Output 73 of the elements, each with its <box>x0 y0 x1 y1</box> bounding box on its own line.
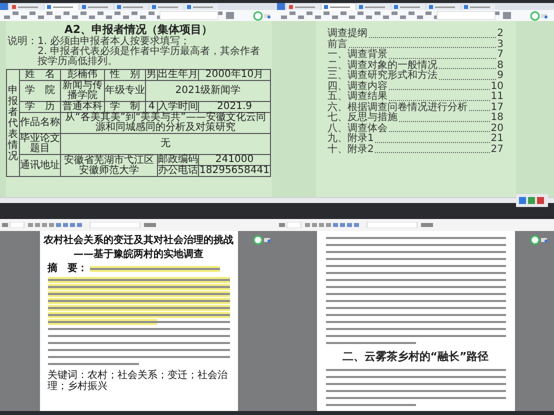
toc-entry[interactable]: 调查内容 <box>348 82 388 92</box>
section-heading: A2、申报者情况（集体项目） <box>64 23 213 36</box>
form-label: 出生年月 <box>158 70 199 81</box>
toc-page-number: 2 <box>497 29 504 40</box>
toc-entry[interactable]: 调查体会 <box>348 124 388 134</box>
form-label: 年级专业 <box>105 81 146 102</box>
toc-number: 六、 <box>328 102 348 112</box>
form-label: 通讯地址 <box>20 155 61 177</box>
form-value: 18295658441 <box>199 166 271 177</box>
form-label: 申报者代表情况 <box>7 70 20 177</box>
toc-number: 二、 <box>328 60 348 70</box>
toc-entry[interactable]: 附录2 <box>348 144 374 155</box>
form-label: 毕业论文题目 <box>20 134 61 155</box>
form-label: 邮政编码 <box>158 155 199 166</box>
form-value: 彭楠伟 <box>61 70 105 81</box>
toc-number: 三、 <box>328 71 348 82</box>
toc-number: 九、 <box>328 134 348 144</box>
form-value: 2021级新闻学 <box>146 81 271 102</box>
form-label: 入学时间 <box>158 102 199 113</box>
article-subtitle: ——基于豫皖两村的实地调查 <box>74 249 204 260</box>
toc-page-number: 17 <box>490 102 504 112</box>
form-label: 办公电话 <box>158 166 199 177</box>
form-value: 普通本科 <box>61 102 105 113</box>
toc-page-number: 20 <box>490 124 504 134</box>
form-label: 学 制 <box>105 102 146 113</box>
form-label: 学 历 <box>20 102 61 113</box>
status-ring-icon[interactable] <box>530 235 548 245</box>
form-value: 241000 <box>199 155 271 166</box>
form-value: 新闻与传播学院 <box>61 81 105 102</box>
status-ring-icon[interactable] <box>530 11 548 21</box>
toc-number: 五、 <box>328 92 348 102</box>
status-ring-icon[interactable] <box>253 11 271 21</box>
article-title: 农村社会关系的变迁及其对社会治理的挑战 <box>44 235 234 246</box>
toc-entry[interactable]: 调查提纲 <box>328 29 368 40</box>
toc-number: 四、 <box>328 82 348 92</box>
toc-number: 十、 <box>328 144 348 155</box>
toc-entry[interactable]: 前言 <box>328 40 348 50</box>
toc-page-number: 11 <box>490 92 504 102</box>
toc-number: 七、 <box>328 113 348 123</box>
toc-page-number: 21 <box>490 134 504 144</box>
form-value: 安徽省芜湖市弋江区安徽师范大学 <box>61 155 158 177</box>
status-ring-icon[interactable] <box>253 235 271 245</box>
form-value: 从“各美其美”到“美美与共”——安徽文化云同源和同城感同的分析及对策研究 <box>61 113 271 134</box>
form-label: 性 别 <box>105 70 146 81</box>
form-value: 2021.9 <box>199 102 271 113</box>
abstract-label: 摘 要： <box>48 263 88 274</box>
toc-number: 一、 <box>328 50 348 60</box>
section-heading: 二、云雾茶乡村的“融长”路径 <box>342 350 489 363</box>
toc-entry[interactable]: 调查研究形式和方法 <box>348 71 438 82</box>
toc-page-number: 9 <box>497 71 504 82</box>
form-label: 学 院 <box>20 81 61 102</box>
form-value: 2000年10月 <box>199 70 271 81</box>
toc-page-number: 3 <box>497 40 504 50</box>
toc-page-number: 7 <box>497 50 504 60</box>
toc-entry[interactable]: 附录1 <box>348 134 374 144</box>
toc-entry[interactable]: 调查背景 <box>348 50 388 60</box>
keywords-text: 关键词：农村；社会关系；变迁；社会治理；乡村振兴 <box>48 370 228 392</box>
toc-page-number: 10 <box>490 82 504 92</box>
toc-number: 八、 <box>328 124 348 134</box>
toc-page-number: 27 <box>490 144 504 155</box>
toc-entry[interactable]: 调查结果 <box>348 92 388 102</box>
toc-entry[interactable]: 根据调查问卷情况进行分析 <box>348 102 468 113</box>
instruction-text: 2. 申报者代表必须是作者中学历最高者，其余作者按学历高低排列。 <box>36 47 262 67</box>
toc-page-number: 18 <box>490 113 504 124</box>
toc-entry[interactable]: 调查对象的一般情况 <box>348 60 438 71</box>
instruction-text: 说明：1. 必须由申报者本人按要求填写； <box>8 37 190 47</box>
toc-page-number: 8 <box>497 60 504 70</box>
form-value: 男 <box>146 70 158 81</box>
toc-entry[interactable]: 反思与措施 <box>348 113 398 124</box>
form-value: 4 <box>146 102 158 113</box>
form-label: 姓 名 <box>20 70 61 81</box>
form-label: 作品名称 <box>20 113 61 134</box>
form-value: 无 <box>61 134 271 155</box>
